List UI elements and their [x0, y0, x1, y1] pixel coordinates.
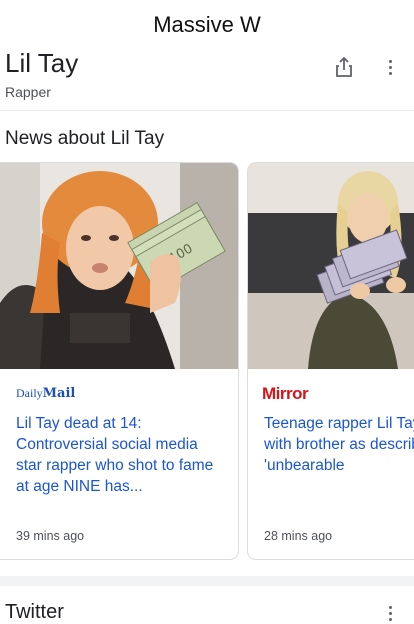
- news-source-logo: Mirror: [262, 384, 309, 403]
- news-headline-text: Teenage rapper Lil Tay along with brothe…: [264, 415, 414, 474]
- news-card[interactable]: Mirror Teenage rapper Lil Tay along with…: [247, 162, 414, 560]
- news-source-logo: DailyMail: [16, 386, 75, 401]
- news-card[interactable]: 100 DailyMail Lil Tay dead at 14: Contro…: [0, 162, 239, 560]
- more-vert-icon: [388, 59, 392, 63]
- caption-text: Massive W: [153, 12, 261, 37]
- news-thumbnail: [248, 163, 414, 369]
- news-source-suffix: Mail: [42, 386, 76, 401]
- divider: [0, 110, 414, 111]
- share-button[interactable]: [333, 55, 355, 79]
- news-headline[interactable]: Teenage rapper Lil Tay along with brothe…: [264, 413, 414, 476]
- news-section-title: News about Lil Tay: [5, 128, 165, 149]
- entity-subtitle: Rapper: [5, 84, 51, 100]
- share-icon: [336, 56, 352, 77]
- twitter-section-title: Twitter: [5, 601, 64, 623]
- more-options-button[interactable]: [382, 55, 398, 79]
- more-vert-icon: [388, 605, 392, 609]
- news-thumbnail: 100: [0, 163, 238, 369]
- section-separator: [0, 576, 414, 586]
- twitter-more-options-button[interactable]: [382, 602, 398, 624]
- entity-title: Lil Tay: [5, 48, 79, 78]
- news-source-prefix: Daily: [16, 386, 43, 400]
- news-timestamp: 28 mins ago: [264, 529, 333, 543]
- news-timestamp: 39 mins ago: [16, 529, 85, 543]
- news-headline[interactable]: Lil Tay dead at 14: Controversial social…: [16, 413, 221, 497]
